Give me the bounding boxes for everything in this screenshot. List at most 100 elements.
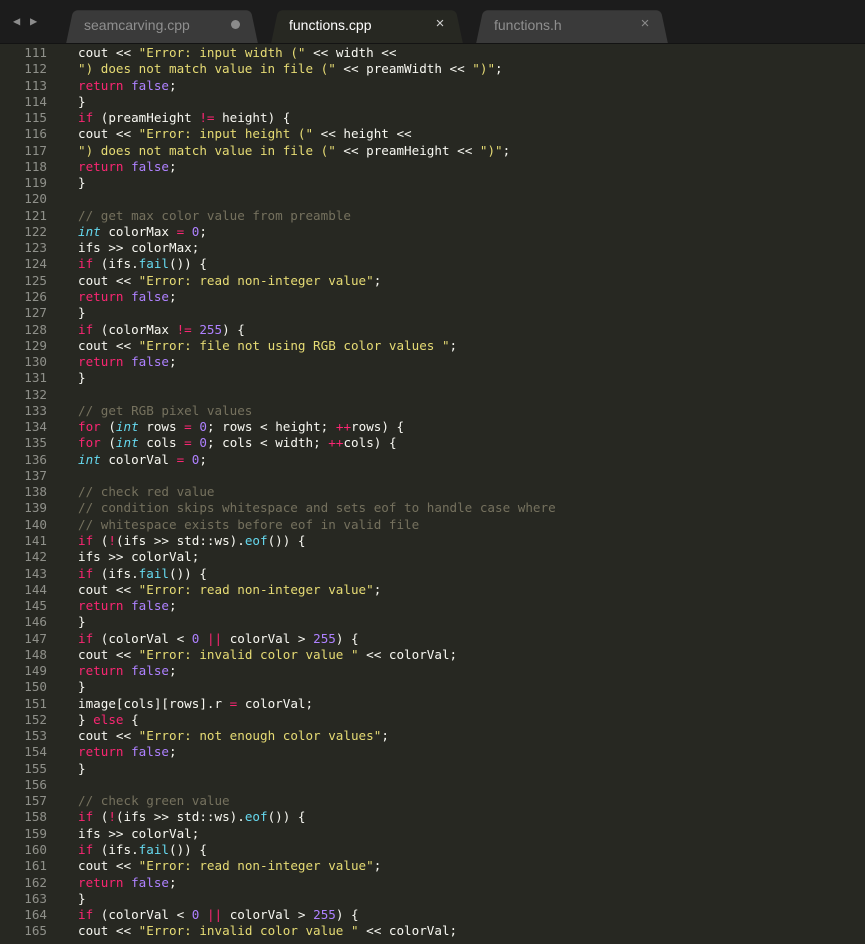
line-number: 125	[24, 272, 47, 288]
code-line[interactable]: 164 if (colorVal < 0 || colorVal > 255) {	[0, 907, 865, 923]
code-line[interactable]: 132	[0, 387, 865, 403]
code-line[interactable]: 156	[0, 777, 865, 793]
code-line[interactable]: 111 cout << "Error: input width (" << wid…	[0, 45, 865, 61]
code-line[interactable]: 155}	[0, 761, 865, 777]
tab-functions-cpp[interactable]: functions.cpp ×	[261, 7, 473, 44]
code-line[interactable]: 126 return false;	[0, 289, 865, 305]
code-line[interactable]: 123 ifs >> colorMax;	[0, 240, 865, 256]
code-line[interactable]: 125 cout << "Error: read non-integer valu…	[0, 273, 865, 289]
code-line[interactable]: 134 for (int rows = 0; rows < height; ++r…	[0, 419, 865, 435]
code-line[interactable]: 133 // get RGB pixel values	[0, 403, 865, 419]
line-code: if (colorVal < 0 || colorVal > 255) {	[78, 907, 359, 923]
code-line[interactable]: 117 ") does not match value in file (" <<…	[0, 143, 865, 159]
line-number: 163	[24, 890, 47, 906]
tab-functions-h[interactable]: functions.h ×	[466, 7, 678, 44]
code-token-constant: false	[131, 77, 170, 93]
code-line[interactable]: 162 return false;	[0, 875, 865, 891]
code-token-token: ;	[169, 77, 177, 93]
code-line[interactable]: 135 for (int cols = 0; cols < width; ++co…	[0, 435, 865, 451]
code-line[interactable]: 149 return false;	[0, 663, 865, 679]
code-line[interactable]: 121 // get max color value from preamble	[0, 208, 865, 224]
code-line[interactable]: 136 int colorVal = 0;	[0, 452, 865, 468]
code-line[interactable]: 154 return false;	[0, 744, 865, 760]
code-line[interactable]: 145 return false;	[0, 598, 865, 614]
code-token-keyword: return	[78, 598, 124, 614]
code-line[interactable]: 141 if (!(ifs >> std::ws).eof()) {	[0, 533, 865, 549]
code-line[interactable]: 130 return false;	[0, 354, 865, 370]
code-line[interactable]: 163}	[0, 891, 865, 907]
close-icon[interactable]: ×	[433, 16, 447, 32]
code-line[interactable]: 115 if (preamHeight != height) {	[0, 110, 865, 126]
code-line[interactable]: 119}	[0, 175, 865, 191]
code-token-constant: false	[131, 598, 170, 614]
line-number: 142	[24, 549, 47, 565]
code-line[interactable]: 120	[0, 191, 865, 207]
code-token-token: (ifs.	[93, 842, 139, 858]
code-token-token: }	[78, 614, 86, 630]
code-line[interactable]: 124 if (ifs.fail()) {	[0, 256, 865, 272]
code-token-keyword: return	[78, 744, 124, 760]
code-line[interactable]: 143 if (ifs.fail()) {	[0, 566, 865, 582]
code-line[interactable]: 129 cout << "Error: file not using RGB co…	[0, 338, 865, 354]
code-token-token: cout <<	[78, 646, 139, 662]
line-number: 134	[24, 419, 47, 435]
code-line[interactable]: 152} else {	[0, 712, 865, 728]
code-token-token: rows	[138, 419, 185, 435]
code-line[interactable]: 165 cout << "Error: invalid color value "…	[0, 923, 865, 939]
tab-seamcarving[interactable]: seamcarving.cpp	[56, 7, 268, 44]
code-line[interactable]: 116 cout << "Error: input height (" << he…	[0, 126, 865, 142]
unsaved-dot-icon[interactable]	[231, 20, 240, 29]
code-token-token	[124, 159, 132, 174]
code-line[interactable]: 161 cout << "Error: read non-integer valu…	[0, 858, 865, 874]
code-line[interactable]: 118 return false;	[0, 159, 865, 175]
code-line[interactable]: 157 // check green value	[0, 793, 865, 809]
code-line[interactable]: 113 return false;	[0, 78, 865, 94]
code-token-token: }	[78, 760, 86, 776]
line-number: 122	[24, 223, 47, 239]
code-line[interactable]: 112 ") does not match value in file (" <<…	[0, 61, 865, 77]
code-token-token: cout <<	[78, 126, 139, 142]
code-token-token: colorVal	[100, 451, 177, 467]
code-token-token: (ifs >> std::ws).	[115, 809, 245, 825]
code-line[interactable]: 146}	[0, 614, 865, 630]
code-line[interactable]: 128 if (colorMax != 255) {	[0, 322, 865, 338]
code-line[interactable]: 158 if (!(ifs >> std::ws).eof()) {	[0, 809, 865, 825]
code-line[interactable]: 137	[0, 468, 865, 484]
line-number: 146	[24, 614, 47, 630]
code-line[interactable]: 159 ifs >> colorVal;	[0, 826, 865, 842]
code-line[interactable]: 147 if (colorVal < 0 || colorVal > 255) {	[0, 631, 865, 647]
code-line[interactable]: 151 image[cols][rows].r = colorVal;	[0, 696, 865, 712]
code-line[interactable]: 131}	[0, 370, 865, 386]
line-code: cout << "Error: read non-integer value";	[78, 273, 381, 289]
nav-forward-icon[interactable]: ▶	[30, 14, 37, 28]
nav-back-icon[interactable]: ◀	[13, 14, 20, 28]
code-token-token: ;	[373, 858, 382, 874]
code-token-token: << height <<	[313, 126, 412, 142]
line-number: 117	[24, 142, 47, 158]
close-icon[interactable]: ×	[638, 16, 652, 32]
code-line[interactable]: 122 int colorMax = 0;	[0, 224, 865, 240]
code-line[interactable]: 144 cout << "Error: read non-integer valu…	[0, 582, 865, 598]
code-token-token: << colorVal;	[358, 646, 458, 662]
code-token-function: eof	[244, 809, 268, 825]
code-line[interactable]: 142 ifs >> colorVal;	[0, 549, 865, 565]
code-line[interactable]: 153 cout << "Error: not enough color valu…	[0, 728, 865, 744]
code-line[interactable]: 114}	[0, 94, 865, 110]
code-line[interactable]: 138 // check red value	[0, 484, 865, 500]
code-token-token: ;	[169, 354, 177, 370]
line-number: 147	[24, 630, 47, 646]
code-token-string: "Error: not enough color values"	[138, 728, 382, 744]
code-line[interactable]: 150}	[0, 679, 865, 695]
code-token-token: (ifs.	[93, 565, 139, 581]
code-token-token: ()) {	[267, 532, 306, 548]
code-line[interactable]: 127}	[0, 305, 865, 321]
line-code: if (ifs.fail()) {	[78, 256, 207, 272]
code-token-token: ;	[449, 337, 458, 353]
code-line[interactable]: 160 if (ifs.fail()) {	[0, 842, 865, 858]
line-code: if (ifs.fail()) {	[78, 842, 207, 858]
line-number: 157	[24, 793, 47, 809]
code-line[interactable]: 140 // whitespace exists before eof in va…	[0, 517, 865, 533]
code-editor[interactable]: 111 cout << "Error: input width (" << wid…	[0, 45, 865, 944]
code-line[interactable]: 139 // condition skips whitespace and set…	[0, 500, 865, 516]
code-line[interactable]: 148 cout << "Error: invalid color value "…	[0, 647, 865, 663]
